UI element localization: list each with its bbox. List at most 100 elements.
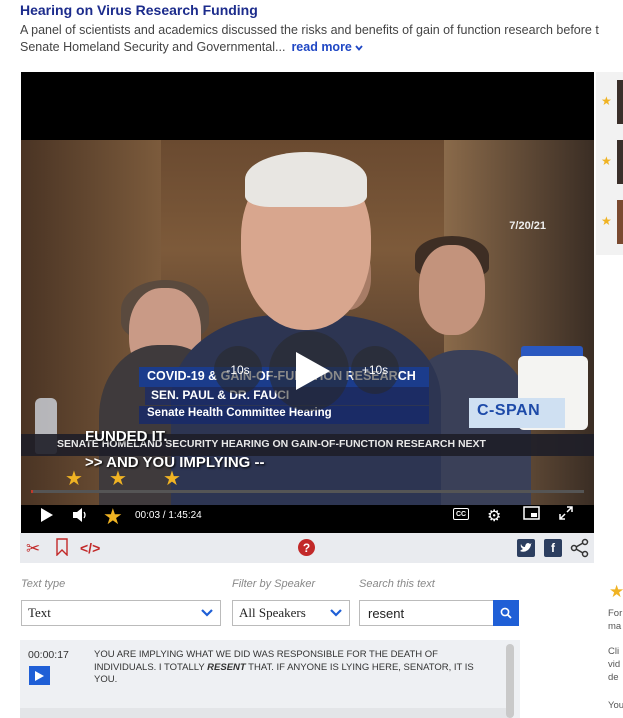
text-type-value: Text xyxy=(28,605,51,620)
clip-button[interactable]: ✂ xyxy=(26,539,40,559)
network-logo: C-SPAN xyxy=(469,398,565,428)
transcript-panel: 00:00:17 You are implying what we did wa… xyxy=(20,640,520,718)
embed-icon: </> xyxy=(80,540,101,556)
description-line-1: A panel of scientists and academics disc… xyxy=(20,23,599,37)
search-input[interactable]: resent xyxy=(368,606,404,621)
volume-icon xyxy=(73,508,86,522)
closed-caption-line-1: FUNDED IT. xyxy=(85,428,168,445)
clip-marker-star-icon[interactable]: ★ xyxy=(109,469,127,489)
description-line-2-wrap: Senate Homeland Security and Governmenta… xyxy=(20,39,623,56)
speaker-filter-label: Filter by Speaker xyxy=(232,578,316,590)
video-date-stamp: 7/20/21 xyxy=(509,220,546,232)
related-clip-thumbnail[interactable] xyxy=(617,80,623,124)
lower-third-subtitle: Senate Health Committee Hearing xyxy=(139,406,429,424)
clip-marker-star-icon[interactable]: ★ xyxy=(65,469,83,489)
related-clips-sidebar: ★ ★ ★ xyxy=(596,72,623,255)
read-more-label[interactable]: read more xyxy=(291,40,351,54)
person-right xyxy=(419,245,485,335)
read-more-link[interactable]: read more xyxy=(291,40,364,54)
speaker-hair xyxy=(245,152,367,207)
progress-bar[interactable] xyxy=(31,490,584,493)
search-label: Search this text xyxy=(359,578,435,590)
twitter-icon xyxy=(520,543,532,552)
star-icon: ★ xyxy=(601,214,612,228)
transcript-divider xyxy=(20,708,508,718)
search-button[interactable] xyxy=(493,600,519,626)
related-clip-item[interactable]: ★ xyxy=(596,136,623,186)
search-highlight: resent xyxy=(207,661,246,673)
big-play-button[interactable] xyxy=(269,331,349,411)
twitter-share-button[interactable] xyxy=(517,539,535,557)
scissors-icon: ✂ xyxy=(26,539,41,558)
description-line-2: Senate Homeland Security and Governmenta… xyxy=(20,40,286,54)
skip-forward-label: +10s xyxy=(361,363,389,377)
current-time: 00:03 xyxy=(135,510,161,521)
transcript-search[interactable]: resent xyxy=(359,600,519,626)
picture-in-picture-button[interactable] xyxy=(523,506,540,520)
text-type-label: Text type xyxy=(21,578,66,590)
fullscreen-icon xyxy=(559,506,573,520)
play-icon xyxy=(35,670,44,681)
bookmark-icon xyxy=(56,538,68,556)
star-icon: ★ xyxy=(601,154,612,168)
chevron-down-icon xyxy=(201,609,213,617)
related-clip-item[interactable]: ★ xyxy=(596,196,623,246)
play-icon xyxy=(296,352,330,390)
related-clip-thumbnail[interactable] xyxy=(617,140,623,184)
gear-icon: ⚙ xyxy=(487,508,502,525)
duration: 1:45:24 xyxy=(168,510,202,521)
video-player[interactable]: 7/20/21 COVID-19 & GAIN-OF-FUNCTION RESE… xyxy=(21,72,594,533)
sidebar-text: You xyxy=(608,700,623,711)
page: Hearing on Virus Research Funding A pane… xyxy=(0,0,623,718)
sidebar-text: vid xyxy=(608,659,621,670)
related-clip-item[interactable]: ★ xyxy=(596,76,623,126)
time-display: 00:03 / 1:45:24 xyxy=(135,510,202,521)
share-button[interactable] xyxy=(570,538,590,558)
chevron-down-icon xyxy=(355,45,364,51)
embed-button[interactable]: </> xyxy=(80,540,100,556)
text-type-select[interactable]: Text xyxy=(21,600,221,626)
video-toolbar: ✂ </> ? f xyxy=(20,533,594,563)
related-clip-thumbnail[interactable] xyxy=(617,200,623,244)
video-frame[interactable]: 7/20/21 COVID-19 & GAIN-OF-FUNCTION RESE… xyxy=(21,140,594,505)
speaker-value: All Speakers xyxy=(239,605,306,620)
progress-fill xyxy=(31,490,33,493)
play-pause-button[interactable] xyxy=(41,508,53,522)
play-icon xyxy=(41,508,53,522)
help-button[interactable]: ? xyxy=(298,539,315,556)
text-type-dropdown-arrow[interactable] xyxy=(194,601,220,625)
add-clip-star-icon[interactable]: ★ xyxy=(103,504,123,530)
skip-back-button[interactable]: -10s xyxy=(214,346,262,394)
help-icon: ? xyxy=(302,540,311,555)
star-icon: ★ xyxy=(609,582,623,601)
skip-forward-button[interactable]: +10s xyxy=(351,346,399,394)
transcript-play-button[interactable] xyxy=(29,666,50,685)
volume-button[interactable] xyxy=(73,508,89,522)
sidebar-text: de xyxy=(608,672,619,683)
sidebar-text: For xyxy=(608,608,623,619)
settings-button[interactable]: ⚙ xyxy=(487,506,501,526)
cc-icon: CC xyxy=(455,510,467,518)
speaker-select[interactable]: All Speakers xyxy=(232,600,350,626)
facebook-share-button[interactable]: f xyxy=(544,539,562,557)
cc-button[interactable]: CC xyxy=(453,508,469,520)
pip-icon xyxy=(523,506,540,520)
speaker-dropdown-arrow[interactable] xyxy=(323,601,349,625)
sidebar-text: ma xyxy=(608,621,622,632)
share-icon xyxy=(570,538,589,558)
clip-marker-star-icon[interactable]: ★ xyxy=(163,469,181,489)
transcript-entry: 00:00:17 You are implying what we did wa… xyxy=(20,640,508,708)
page-title[interactable]: Hearing on Virus Research Funding xyxy=(20,2,258,18)
fullscreen-button[interactable] xyxy=(559,506,573,520)
program-description: A panel of scientists and academics disc… xyxy=(20,22,623,56)
player-controls: ★ 00:03 / 1:45:24 CC ⚙ xyxy=(21,500,594,530)
chevron-down-icon xyxy=(330,609,342,617)
transcript-text: You are implying what we did was respons… xyxy=(94,649,484,687)
star-icon: ★ xyxy=(601,94,612,108)
transcript-timestamp[interactable]: 00:00:17 xyxy=(28,649,69,661)
transcript-scrollbar[interactable] xyxy=(506,644,514,718)
bookmark-button[interactable] xyxy=(56,538,68,556)
search-icon xyxy=(500,607,512,619)
sidebar-text: Cli xyxy=(608,646,620,657)
facebook-icon: f xyxy=(551,541,555,555)
